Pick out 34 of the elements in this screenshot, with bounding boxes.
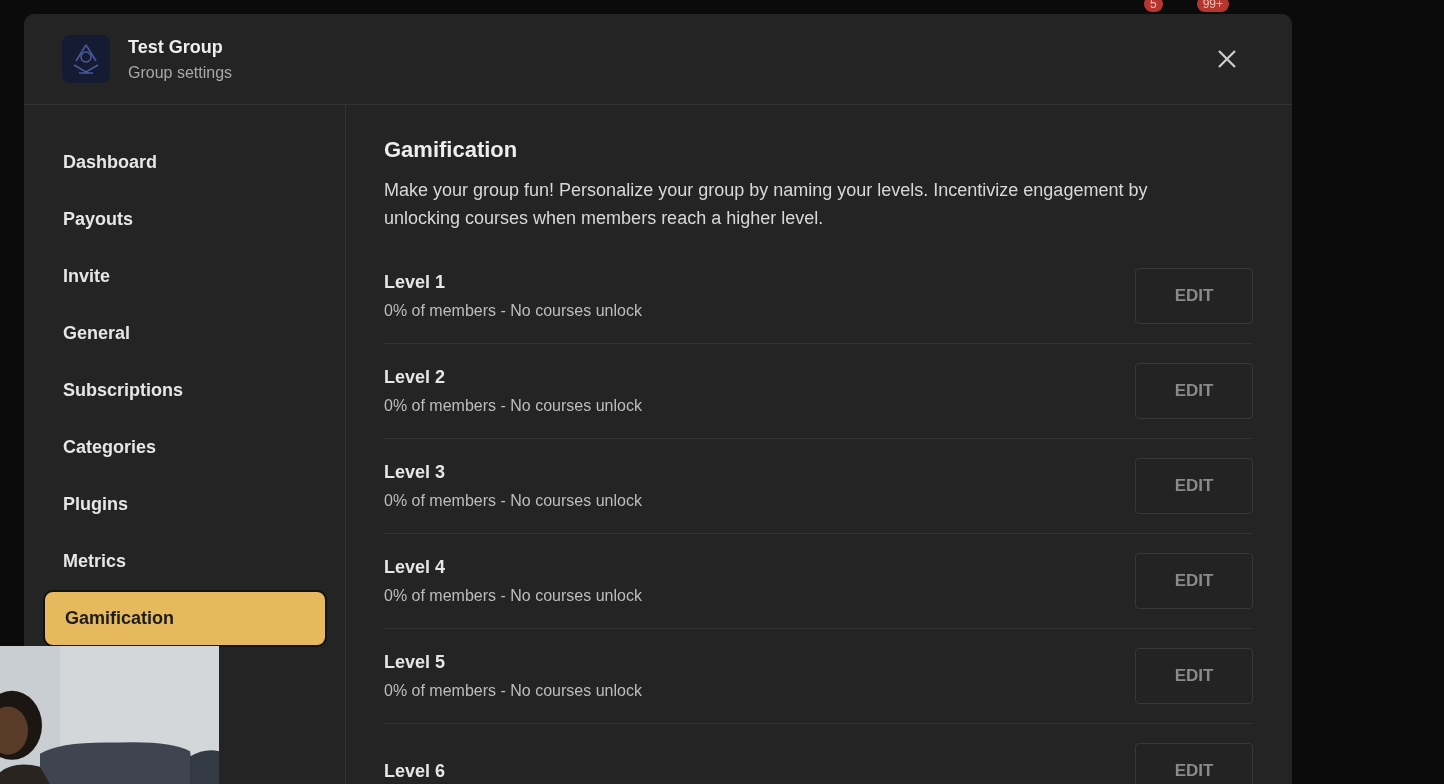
notification-badge: 5 [1143, 0, 1163, 12]
sidebar-item[interactable]: Plugins [43, 476, 327, 533]
level-detail: 0% of members - No courses unlock [384, 397, 642, 415]
group-name: Test Group [128, 36, 224, 58]
level-name: Level 1 [384, 272, 447, 293]
edit-button[interactable]: EDIT [1135, 363, 1253, 419]
level-name: Level 3 [384, 462, 447, 483]
section-title: Gamification [384, 137, 519, 163]
sidebar-item[interactable]: Invite [43, 248, 327, 305]
sidebar-item[interactable]: Dashboard [43, 134, 327, 191]
edit-button[interactable]: EDIT [1135, 553, 1253, 609]
edit-button[interactable]: EDIT [1135, 458, 1253, 514]
edit-button[interactable]: EDIT [1135, 743, 1253, 784]
section-description: Make your group fun! Personalize your group by naming your levels. Incentivize engagement by unlocking courses when members reach a higher level. [384, 179, 1149, 230]
level-name: Level 4 [384, 557, 447, 578]
edit-button[interactable]: EDIT [1135, 648, 1253, 704]
sidebar-item[interactable]: General [43, 305, 327, 362]
sidebar-item[interactable]: Categories [43, 419, 327, 476]
sidebar-item[interactable]: Subscriptions [43, 362, 327, 419]
edit-button[interactable]: EDIT [1135, 268, 1253, 324]
notification-badge: 99+ [1196, 0, 1229, 12]
level-name: Level 2 [384, 367, 447, 388]
sidebar-item[interactable]: Gamification [43, 590, 327, 647]
level-detail: 0% of members - No courses unlock [384, 587, 642, 605]
level-detail: 0% of members - No courses unlock [384, 682, 642, 700]
level-name: Level 5 [384, 652, 447, 673]
group-subtitle: Group settings [128, 63, 233, 82]
group-logo-icon [62, 35, 110, 83]
level-detail: 0% of members - No courses unlock [384, 302, 642, 320]
level-name: Level 6 [384, 760, 446, 782]
sidebar-item[interactable]: Payouts [43, 191, 327, 248]
level-detail: 0% of members - No courses unlock [384, 492, 642, 510]
close-icon[interactable] [1216, 48, 1238, 70]
sidebar-item[interactable]: Metrics [43, 533, 327, 590]
